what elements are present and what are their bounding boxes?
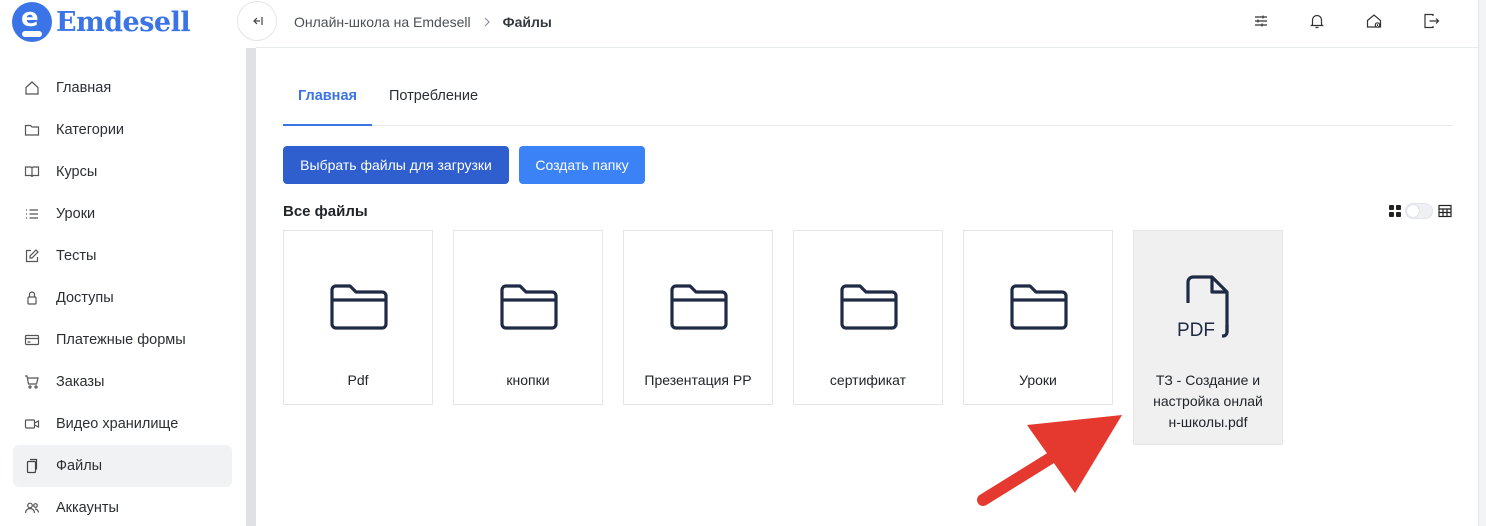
sliders-icon[interactable] <box>1252 12 1270 30</box>
sidebar-item-accounts[interactable]: Аккаунты <box>13 487 232 526</box>
sidebar-item-tests[interactable]: Тесты <box>13 235 232 277</box>
sidebar-item-label: Видео хранилище <box>56 416 179 432</box>
folder-icon <box>24 124 40 136</box>
sidebar-item-label: Главная <box>56 80 112 96</box>
sidebar-item-home[interactable]: Главная <box>13 67 232 109</box>
sidebar-item-courses[interactable]: Курсы <box>13 151 232 193</box>
folder-icon <box>840 284 898 330</box>
sidebar-item-label: Платежные формы <box>56 332 186 348</box>
file-name: ТЗ - Создание и настройка онлай н-школы.… <box>1153 372 1263 430</box>
app: e Emdesell Главная Категории Курсы Уроки <box>0 0 1486 526</box>
sidebar-item-label: Аккаунты <box>56 500 119 516</box>
folder-icon <box>1010 284 1068 330</box>
view-toggle[interactable] <box>1388 201 1454 221</box>
sidebar-item-label: Файлы <box>56 458 103 474</box>
sidebar-item-orders[interactable]: Заказы <box>13 361 232 403</box>
file-name: Уроки <box>1019 372 1057 388</box>
files-icon <box>26 458 38 474</box>
credit-card-icon <box>24 334 40 346</box>
topbar: Онлайн-школа на Emdesell Файлы <box>237 0 1478 48</box>
edit-icon <box>25 249 39 263</box>
sidebar-item-lessons[interactable]: Уроки <box>13 193 232 235</box>
main-content: Главная Потребление Выбрать файлы для за… <box>256 48 1478 526</box>
sidebar: e Emdesell Главная Категории Курсы Уроки <box>0 0 246 526</box>
create-folder-button[interactable]: Создать папку <box>519 146 645 184</box>
collapse-left-icon <box>253 17 263 25</box>
sidebar-item-label: Уроки <box>56 206 96 222</box>
table-view-icon[interactable] <box>1438 204 1452 218</box>
tabs: Главная Потребление <box>283 75 1453 126</box>
home-settings-icon[interactable] <box>1365 12 1383 30</box>
list-icon <box>26 209 38 219</box>
sidebar-item-label: Доступы <box>56 290 114 306</box>
breadcrumb-current: Файлы <box>502 14 552 30</box>
book-icon <box>24 166 40 178</box>
chevron-right-icon <box>483 17 491 27</box>
tab-consumption[interactable]: Потребление <box>388 75 479 126</box>
file-name: сертификат <box>829 372 907 388</box>
sidebar-item-label: Категории <box>56 122 125 138</box>
section-title: Все файлы <box>283 203 368 220</box>
sidebar-item-access[interactable]: Доступы <box>13 277 232 319</box>
video-icon <box>24 419 40 429</box>
upload-files-button[interactable]: Выбрать файлы для загрузки <box>283 146 509 184</box>
sidebar-item-files[interactable]: Файлы <box>13 445 232 487</box>
folder-icon <box>500 284 558 330</box>
pdf-file-card[interactable]: PDF ТЗ - Создание и настройка онлай н-шк… <box>1133 230 1283 445</box>
sidebar-item-label: Заказы <box>56 374 105 390</box>
sidebar-item-payment-forms[interactable]: Платежные формы <box>13 319 232 361</box>
file-name: Pdf <box>347 372 369 388</box>
bell-icon[interactable] <box>1308 12 1326 30</box>
logout-icon[interactable] <box>1422 12 1440 30</box>
logo[interactable]: e Emdesell <box>12 2 191 42</box>
file-name: кнопки <box>506 372 550 388</box>
sidebar-nav: Главная Категории Курсы Уроки Тесты Дост… <box>13 67 232 526</box>
sidebar-item-categories[interactable]: Категории <box>13 109 232 151</box>
home-icon <box>25 81 39 95</box>
breadcrumb-parent[interactable]: Онлайн-школа на Emdesell <box>294 14 471 30</box>
view-switch[interactable] <box>1405 203 1433 219</box>
folder-card[interactable]: Уроки <box>963 230 1113 405</box>
pdf-file-icon: PDF <box>1177 275 1229 339</box>
folder-card[interactable]: Pdf <box>283 230 433 405</box>
folder-icon <box>330 284 388 330</box>
pdf-icon-label: PDF <box>1177 320 1215 339</box>
cart-icon <box>25 375 39 389</box>
breadcrumb: Онлайн-школа на Emdesell Файлы <box>294 14 552 30</box>
folder-card[interactable]: сертификат <box>793 230 943 405</box>
users-icon <box>24 502 40 514</box>
tab-main[interactable]: Главная <box>283 75 372 126</box>
window-edge <box>1478 0 1486 526</box>
sidebar-scrollbar[interactable] <box>246 48 256 526</box>
collapse-sidebar-button[interactable] <box>237 1 277 41</box>
logo-badge-icon: e <box>12 2 52 42</box>
logo-badge-letter: e <box>21 3 39 33</box>
folder-card[interactable]: кнопки <box>453 230 603 405</box>
folder-icon <box>670 284 728 330</box>
sidebar-item-label: Курсы <box>56 164 98 180</box>
sidebar-item-video-storage[interactable]: Видео хранилище <box>13 403 232 445</box>
folder-card[interactable]: Презентация PP <box>623 230 773 405</box>
grid-view-icon[interactable] <box>1388 204 1402 218</box>
logo-text: Emdesell <box>56 6 191 38</box>
lock-icon <box>27 291 37 305</box>
sidebar-item-label: Тесты <box>56 248 97 264</box>
file-name: Презентация PP <box>644 372 752 388</box>
